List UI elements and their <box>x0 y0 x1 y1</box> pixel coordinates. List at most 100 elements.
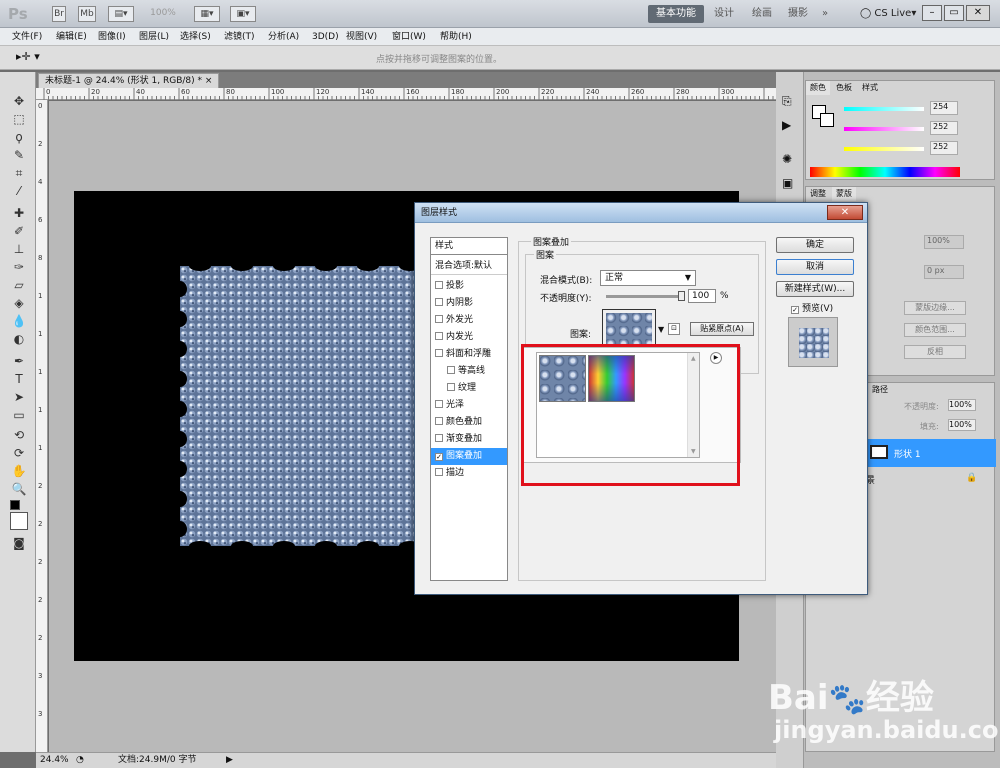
effect-item[interactable]: 纹理 <box>431 380 507 397</box>
effect-checkbox[interactable] <box>435 332 443 340</box>
clone-stamp-tool-icon[interactable]: ⊥ <box>10 240 28 258</box>
masks-tab[interactable]: 蒙版 <box>832 187 856 201</box>
menu-view[interactable]: 视图(V) <box>346 28 377 46</box>
opacity-input[interactable]: 100 <box>688 289 716 303</box>
effect-checkbox[interactable] <box>435 349 443 357</box>
effect-checkbox[interactable] <box>435 434 443 442</box>
foreground-color-swatch[interactable] <box>10 500 20 510</box>
invert-button[interactable]: 反相 <box>904 345 966 359</box>
effect-checkbox[interactable]: ✓ <box>435 453 443 461</box>
green-slider[interactable] <box>844 127 924 131</box>
menu-filter[interactable]: 滤镜(T) <box>224 28 255 46</box>
cs-live-button[interactable]: ◯ CS Live▾ <box>852 5 924 23</box>
effect-item[interactable]: 等高线 <box>431 363 507 380</box>
workspace-photography[interactable]: 摄影 <box>780 5 816 23</box>
menu-file[interactable]: 文件(F) <box>12 28 42 46</box>
effect-checkbox[interactable] <box>435 298 443 306</box>
effect-checkbox[interactable] <box>435 400 443 408</box>
close-window-button[interactable]: ✕ <box>966 5 990 21</box>
effect-item[interactable]: 外发光 <box>431 312 507 329</box>
workspace-design[interactable]: 设计 <box>706 5 742 23</box>
red-value[interactable]: 254 <box>930 101 958 115</box>
styles-header[interactable]: 样式 <box>431 238 507 255</box>
layer-row-shape[interactable]: 形状 1 <box>866 439 996 467</box>
crop-tool-icon[interactable]: ⌗ <box>10 164 28 182</box>
effect-item[interactable]: 描边 <box>431 465 507 482</box>
cancel-button[interactable]: 取消 <box>776 259 854 275</box>
effect-checkbox[interactable] <box>447 383 455 391</box>
type-tool-icon[interactable]: T <box>10 370 28 388</box>
view-extras-button[interactable]: ▤▾ <box>108 6 134 22</box>
quick-mask-icon[interactable]: ◙ <box>10 534 28 552</box>
menu-image[interactable]: 图像(I) <box>98 28 126 46</box>
zoom-tool-icon[interactable]: 🔍 <box>10 480 28 498</box>
effect-item[interactable]: 投影 <box>431 278 507 295</box>
layer-opacity-value[interactable]: 100% <box>948 399 976 411</box>
horizontal-ruler[interactable]: 0 20 40 60 80 100 120 140 160 180 200 220 240 260 280 3… <box>36 88 776 100</box>
new-preset-icon[interactable]: ⊡ <box>668 323 680 335</box>
move-tool-preset-icon[interactable]: ▸✛ ▾ <box>16 50 40 63</box>
blending-options-item[interactable]: 混合选项:默认 <box>431 258 507 275</box>
effect-item[interactable]: 内阴影 <box>431 295 507 312</box>
arrange-documents-button[interactable]: ▦▾ <box>194 6 220 22</box>
dialog-close-button[interactable]: ✕ <box>827 205 863 220</box>
red-slider[interactable] <box>844 107 924 111</box>
brush-panel-icon[interactable]: ✺ <box>782 152 792 166</box>
workspace-painting[interactable]: 绘画 <box>744 5 780 23</box>
effect-checkbox[interactable] <box>435 281 443 289</box>
minimize-button[interactable]: – <box>922 5 942 21</box>
ok-button[interactable]: 确定 <box>776 237 854 253</box>
move-tool-icon[interactable]: ✥ <box>10 92 28 110</box>
paint-bucket-tool-icon[interactable]: ◈ <box>10 294 28 312</box>
pattern-dropdown-arrow-icon[interactable]: ▼ <box>658 325 664 334</box>
document-tab[interactable]: 未标题-1 @ 24.4% (形状 1, RGB/8) * × <box>38 73 220 88</box>
background-color-swatch[interactable] <box>10 512 28 530</box>
eraser-tool-icon[interactable]: ▱ <box>10 276 28 294</box>
eyedropper-tool-icon[interactable]: ⁄ <box>10 182 28 200</box>
lasso-tool-icon[interactable]: ϙ <box>10 128 28 146</box>
hand-tool-icon[interactable]: ✋ <box>10 462 28 480</box>
density-value[interactable]: 100% <box>924 235 964 249</box>
effect-item[interactable]: 颜色叠加 <box>431 414 507 431</box>
menu-select[interactable]: 选择(S) <box>180 28 211 46</box>
3d-rotate-tool-icon[interactable]: ⟲ <box>10 426 28 444</box>
workspace-essentials[interactable]: 基本功能 <box>648 5 704 23</box>
effect-item[interactable]: 内发光 <box>431 329 507 346</box>
swatches-tab[interactable]: 色板 <box>832 81 856 95</box>
snap-to-origin-button[interactable]: 贴紧原点(A) <box>690 322 754 336</box>
effect-item[interactable]: 光泽 <box>431 397 507 414</box>
zoom-level-dropdown[interactable]: 100% <box>144 6 182 22</box>
status-zoom[interactable]: 24.4% <box>40 753 69 768</box>
document-tab-close-icon[interactable]: × <box>205 76 213 86</box>
opacity-slider-track[interactable] <box>606 295 684 298</box>
menu-help[interactable]: 帮助(H) <box>440 28 472 46</box>
effect-item[interactable]: ✓ 图案叠加 <box>431 448 507 465</box>
menu-3d[interactable]: 3D(D) <box>312 28 339 46</box>
effect-checkbox[interactable] <box>435 315 443 323</box>
status-menu-icon[interactable]: ◔ <box>76 753 84 768</box>
clone-source-panel-icon[interactable]: ▣ <box>782 176 793 190</box>
restore-button[interactable]: ▭ <box>944 5 964 21</box>
marquee-tool-icon[interactable]: ⬚ <box>10 110 28 128</box>
effect-checkbox[interactable] <box>447 366 455 374</box>
history-brush-tool-icon[interactable]: ✑ <box>10 258 28 276</box>
effect-item[interactable]: 斜面和浮雕 <box>431 346 507 363</box>
actions-panel-icon[interactable]: ▶ <box>782 118 791 132</box>
color-ramp[interactable] <box>810 167 960 177</box>
opacity-slider-handle[interactable] <box>678 291 685 301</box>
paths-tab[interactable]: 路径 <box>868 383 892 397</box>
green-value[interactable]: 252 <box>930 121 958 135</box>
path-select-tool-icon[interactable]: ➤ <box>10 388 28 406</box>
minibridge-icon[interactable]: Mb <box>78 6 96 22</box>
bg-color-chip[interactable] <box>820 113 834 127</box>
feather-value[interactable]: 0 px <box>924 265 964 279</box>
blur-tool-icon[interactable]: 💧 <box>10 312 28 330</box>
quick-select-tool-icon[interactable]: ✎ <box>10 146 28 164</box>
dialog-title-bar[interactable]: 图层样式 ✕ <box>415 203 867 223</box>
adjustments-tab[interactable]: 调整 <box>806 187 830 201</box>
effect-checkbox[interactable] <box>435 417 443 425</box>
pen-tool-icon[interactable]: ✒ <box>10 352 28 370</box>
mask-edge-button[interactable]: 蒙版边缘... <box>904 301 966 315</box>
shape-tool-icon[interactable]: ▭ <box>10 406 28 424</box>
preview-checkbox[interactable]: ✓ 预览(V) <box>791 301 833 314</box>
